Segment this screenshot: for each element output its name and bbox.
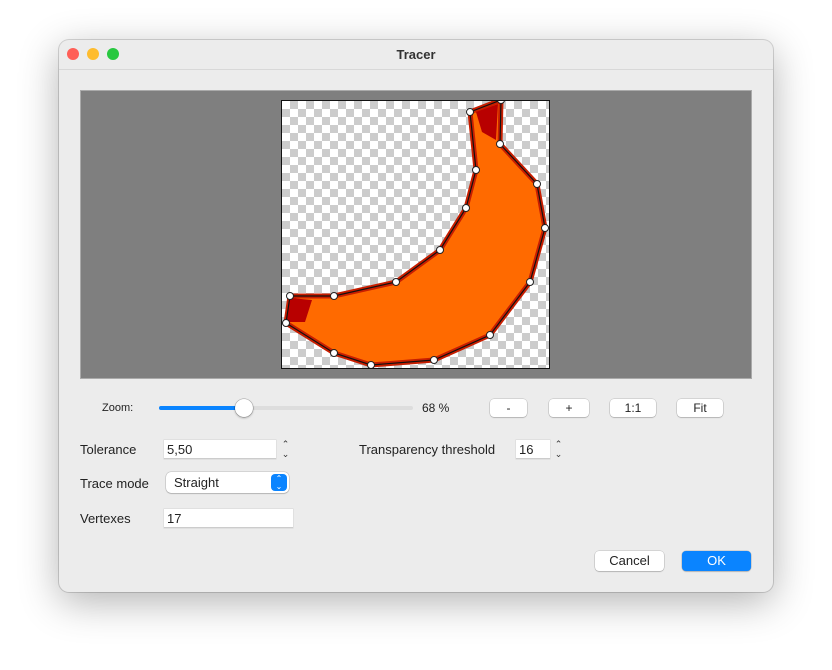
title-bar: Tracer (59, 40, 773, 70)
tolerance-label: Tolerance (80, 442, 137, 457)
minimize-button[interactable] (87, 48, 99, 60)
trace-vertex[interactable] (541, 224, 549, 232)
zoom-value: 68 % (422, 401, 450, 415)
transparency-threshold-label: Transparency threshold (359, 442, 496, 457)
trace-vertex[interactable] (496, 140, 504, 148)
zoom-fit-button[interactable]: Fit (677, 399, 723, 417)
close-button[interactable] (67, 48, 79, 60)
trace-mode-select[interactable]: Straight ⌃ ⌄ (166, 472, 289, 493)
trace-vertex[interactable] (330, 292, 338, 300)
zoom-button[interactable] (107, 48, 119, 60)
vertexes-field: 17 (164, 509, 293, 528)
zoom-label: Zoom: (102, 402, 134, 414)
ok-button[interactable]: OK (682, 551, 751, 571)
trace-mode-label: Trace mode (80, 476, 149, 491)
zoom-slider[interactable] (159, 399, 413, 417)
zoom-in-button[interactable]: + (549, 399, 589, 417)
trace-vertex[interactable] (430, 356, 438, 364)
window-title: Tracer (396, 47, 436, 62)
trace-vertex[interactable] (286, 292, 294, 300)
trace-mode-value: Straight (174, 475, 219, 490)
trace-vertex[interactable] (462, 204, 470, 212)
trace-canvas (281, 100, 550, 369)
trace-vertex[interactable] (497, 101, 505, 104)
trace-vertex[interactable] (392, 278, 400, 286)
trace-vertex[interactable] (526, 278, 534, 286)
cancel-button[interactable]: Cancel (595, 551, 664, 571)
vertexes-label: Vertexes (80, 511, 131, 526)
trace-vertex[interactable] (282, 319, 290, 327)
zoom-slider-thumb[interactable] (235, 399, 253, 417)
chevron-up-down-icon: ⌃ ⌄ (271, 474, 287, 491)
tolerance-input[interactable]: 5,50 (164, 440, 276, 459)
banana-trace (282, 101, 549, 368)
trace-vertex[interactable] (472, 166, 480, 174)
trace-vertex[interactable] (486, 331, 494, 339)
banana-image (283, 101, 548, 368)
zoom-out-button[interactable]: - (490, 399, 527, 417)
transparency-threshold-stepper[interactable]: ⌃ ⌄ (553, 439, 564, 461)
trace-vertex[interactable] (367, 361, 375, 369)
trace-vertex[interactable] (533, 180, 541, 188)
trace-vertex[interactable] (330, 349, 338, 357)
transparency-threshold-input[interactable]: 16 (516, 440, 550, 459)
trace-vertex[interactable] (466, 108, 474, 116)
tolerance-stepper[interactable]: ⌃ ⌄ (280, 439, 291, 461)
tracer-dialog: Tracer Zoom: 68 % - + 1:1 Fit Tolerance … (59, 40, 773, 592)
zoom-actual-size-button[interactable]: 1:1 (610, 399, 656, 417)
trace-vertex[interactable] (436, 246, 444, 254)
zoom-slider-fill (159, 406, 246, 410)
preview-area (80, 90, 752, 379)
